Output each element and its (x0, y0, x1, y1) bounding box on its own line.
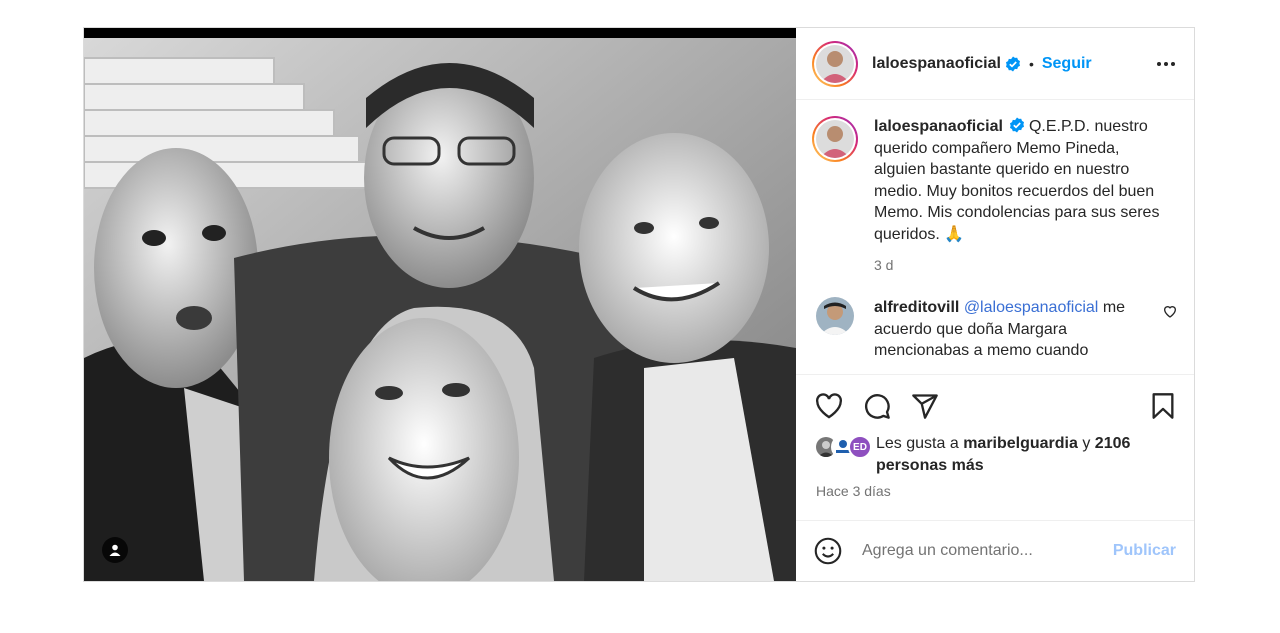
caption-username[interactable]: laloespanaoficial (874, 118, 1003, 135)
comment-icon[interactable] (862, 391, 892, 421)
action-bar (796, 375, 1194, 423)
caption-avatar[interactable] (812, 116, 858, 162)
comment-input[interactable] (862, 542, 1113, 560)
post-photo-image (84, 28, 796, 581)
caption-time[interactable]: 3 d (874, 257, 1174, 273)
post-actions-area: ED Les gusta a maribelguardia y 2106 per… (796, 374, 1194, 520)
likes-row: ED Les gusta a maribelguardia y 2106 per… (796, 423, 1194, 477)
comments-section[interactable]: laloespanaoficial Q.E.P.D. nuestro querid… (796, 100, 1194, 374)
instagram-post: laloespanaoficial • Seguir laloespanaofi… (83, 27, 1195, 582)
add-comment-bar: Publicar (796, 520, 1194, 581)
commenter-avatar[interactable] (816, 297, 854, 335)
header-separator: • (1028, 55, 1034, 72)
post-header: laloespanaoficial • Seguir (796, 28, 1194, 100)
comment-text: alfreditovill @laloespanaoficial me acue… (874, 297, 1148, 362)
emoji-icon[interactable] (814, 537, 842, 565)
bookmark-icon[interactable] (1148, 391, 1178, 421)
comment-like-icon[interactable] (1162, 303, 1178, 319)
more-options-icon[interactable] (1154, 52, 1178, 76)
liker-avatars[interactable]: ED (814, 435, 876, 461)
share-icon[interactable] (910, 391, 940, 421)
publish-button[interactable]: Publicar (1113, 542, 1176, 560)
post-photo[interactable] (84, 28, 796, 581)
verified-badge-icon (1005, 56, 1020, 71)
caption-body: Q.E.P.D. nuestro querido compañero Memo … (874, 118, 1160, 243)
comment-item: alfreditovill @laloespanaoficial me acue… (812, 297, 1178, 362)
caption: laloespanaoficial Q.E.P.D. nuestro querid… (812, 116, 1178, 273)
author-avatar[interactable] (812, 40, 858, 87)
liker-avatar-badge: ED (848, 435, 872, 459)
likes-connector: y (1082, 435, 1091, 452)
post-date[interactable]: Hace 3 días (796, 477, 1194, 499)
verified-badge-icon (1009, 117, 1024, 133)
heart-icon[interactable] (814, 391, 844, 421)
liker-username[interactable]: maribelguardia (963, 435, 1078, 452)
follow-button[interactable]: Seguir (1042, 55, 1092, 73)
author-username[interactable]: laloespanaoficial (872, 55, 1001, 73)
post-sidebar: laloespanaoficial • Seguir laloespanaofi… (796, 28, 1194, 581)
tagged-user-icon[interactable] (102, 537, 128, 563)
commenter-username[interactable]: alfreditovill (874, 299, 959, 316)
caption-text: laloespanaoficial Q.E.P.D. nuestro querid… (874, 116, 1174, 245)
comment-mention[interactable]: @laloespanaoficial (964, 299, 1099, 316)
likes-prefix: Les gusta a (876, 435, 959, 452)
likes-text: Les gusta a maribelguardia y 2106 person… (876, 433, 1166, 477)
